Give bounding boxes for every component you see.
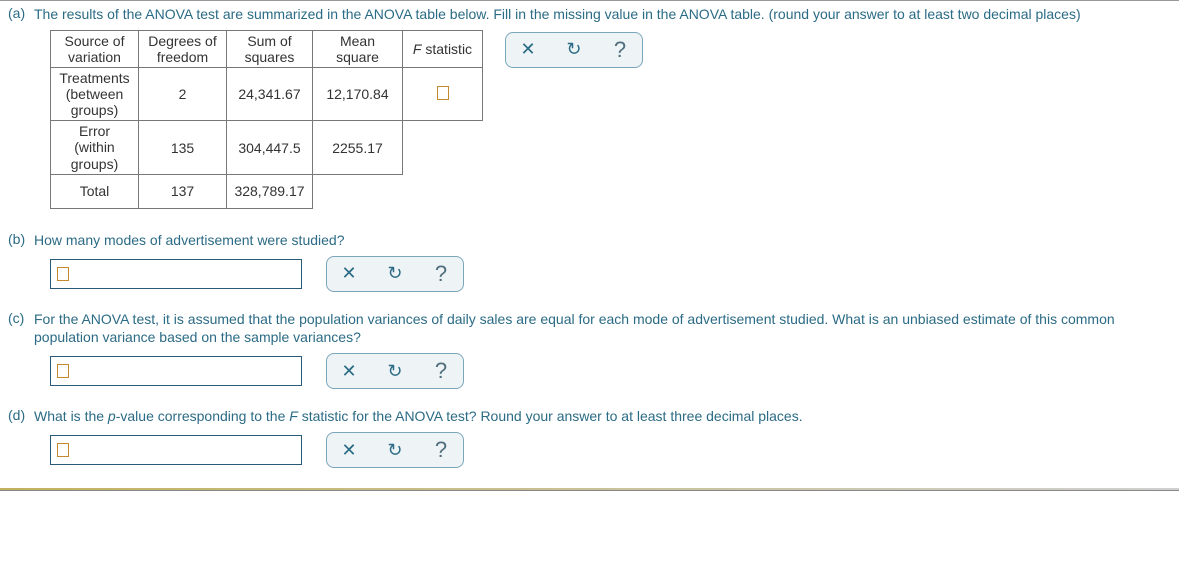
- part-a: (a) The results of the ANOVA test are su…: [8, 5, 1171, 213]
- part-b: (b) How many modes of advertisement were…: [8, 231, 1171, 292]
- reset-icon[interactable]: ↺: [385, 440, 405, 461]
- input-d-placeholder-icon: [57, 443, 69, 457]
- th-df-l2: freedom: [145, 49, 220, 65]
- part-d-post: statistic for the ANOVA test? Round your…: [298, 408, 803, 424]
- part-b-text: How many modes of advertisement were stu…: [34, 231, 344, 250]
- th-source: Source of variation: [51, 30, 139, 67]
- help-icon[interactable]: ?: [610, 37, 630, 63]
- th-ss-l1: Sum of: [233, 33, 306, 49]
- part-d-pre: What is the: [34, 408, 108, 424]
- help-icon[interactable]: ?: [431, 358, 451, 384]
- row-treat-df: 2: [139, 68, 227, 121]
- close-icon[interactable]: ✕: [339, 263, 359, 284]
- part-b-letter: (b): [8, 231, 34, 247]
- th-ss-l2: squares: [233, 49, 306, 65]
- row-total-label: Total: [51, 174, 139, 208]
- part-c-text: For the ANOVA test, it is assumed that t…: [34, 310, 1171, 348]
- row-treat-l2: (between: [57, 86, 132, 102]
- reset-icon[interactable]: ↺: [385, 361, 405, 382]
- th-ms: Mean square: [313, 30, 403, 67]
- help-icon[interactable]: ?: [431, 437, 451, 463]
- button-group-c: ✕ ↺ ?: [326, 353, 464, 389]
- bottom-divider: [0, 488, 1179, 491]
- close-icon[interactable]: ✕: [518, 39, 538, 60]
- input-b-placeholder-icon: [57, 267, 69, 281]
- part-d-p: p: [108, 408, 116, 424]
- row-treat-l3: groups): [57, 102, 132, 118]
- th-fstat: F statistic: [403, 30, 483, 67]
- part-c-label: (c) For the ANOVA test, it is assumed th…: [8, 310, 1171, 348]
- part-d-text: What is the p-value corresponding to the…: [34, 407, 803, 426]
- part-d-letter: (d): [8, 407, 34, 423]
- row-error-ms: 2255.17: [313, 121, 403, 174]
- button-group-a: ✕ ↺ ?: [505, 32, 643, 68]
- input-c-placeholder-icon: [57, 364, 69, 378]
- close-icon[interactable]: ✕: [339, 440, 359, 461]
- th-df-l1: Degrees of: [145, 33, 220, 49]
- part-d: (d) What is the p-value corresponding to…: [8, 407, 1171, 468]
- row-total-ms-empty: [313, 174, 403, 208]
- row-total-df: 137: [139, 174, 227, 208]
- row-total-ss: 328,789.17: [227, 174, 313, 208]
- input-c[interactable]: [50, 356, 302, 386]
- th-ss: Sum of squares: [227, 30, 313, 67]
- part-c: (c) For the ANOVA test, it is assumed th…: [8, 310, 1171, 390]
- part-d-f: F: [289, 408, 298, 424]
- th-f-text: statistic: [421, 41, 472, 57]
- anova-table: Source of variation Degrees of freedom S…: [50, 30, 483, 209]
- button-group-b: ✕ ↺ ?: [326, 256, 464, 292]
- row-treat-f-input[interactable]: [403, 68, 483, 121]
- row-total-f-empty: [403, 174, 483, 208]
- row-error-l2: (within: [57, 139, 132, 155]
- row-treat-label: Treatments (between groups): [51, 68, 139, 121]
- reset-icon[interactable]: ↺: [385, 263, 405, 284]
- part-d-mid: -value corresponding to the: [116, 408, 290, 424]
- row-error-label: Error (within groups): [51, 121, 139, 174]
- row-error-l1: Error: [57, 123, 132, 139]
- row-treat-l1: Treatments: [57, 70, 132, 86]
- input-b[interactable]: [50, 259, 302, 289]
- part-b-label: (b) How many modes of advertisement were…: [8, 231, 1171, 250]
- row-treat-ms: 12,170.84: [313, 68, 403, 121]
- row-error-f-empty: [403, 121, 483, 174]
- f-stat-placeholder-icon: [437, 86, 449, 100]
- row-error-l3: groups): [57, 156, 132, 172]
- part-a-label: (a) The results of the ANOVA test are su…: [8, 5, 1171, 24]
- reset-icon[interactable]: ↺: [564, 39, 584, 60]
- part-a-letter: (a): [8, 5, 34, 21]
- th-df: Degrees of freedom: [139, 30, 227, 67]
- row-treat-ss: 24,341.67: [227, 68, 313, 121]
- part-a-text: The results of the ANOVA test are summar…: [34, 5, 1081, 24]
- th-source-l2: variation: [57, 49, 132, 65]
- close-icon[interactable]: ✕: [339, 361, 359, 382]
- row-error-ss: 304,447.5: [227, 121, 313, 174]
- button-group-d: ✕ ↺ ?: [326, 432, 464, 468]
- part-d-label: (d) What is the p-value corresponding to…: [8, 407, 1171, 426]
- th-source-l1: Source of: [57, 33, 132, 49]
- input-d[interactable]: [50, 435, 302, 465]
- help-icon[interactable]: ?: [431, 261, 451, 287]
- row-error-df: 135: [139, 121, 227, 174]
- part-c-letter: (c): [8, 310, 34, 326]
